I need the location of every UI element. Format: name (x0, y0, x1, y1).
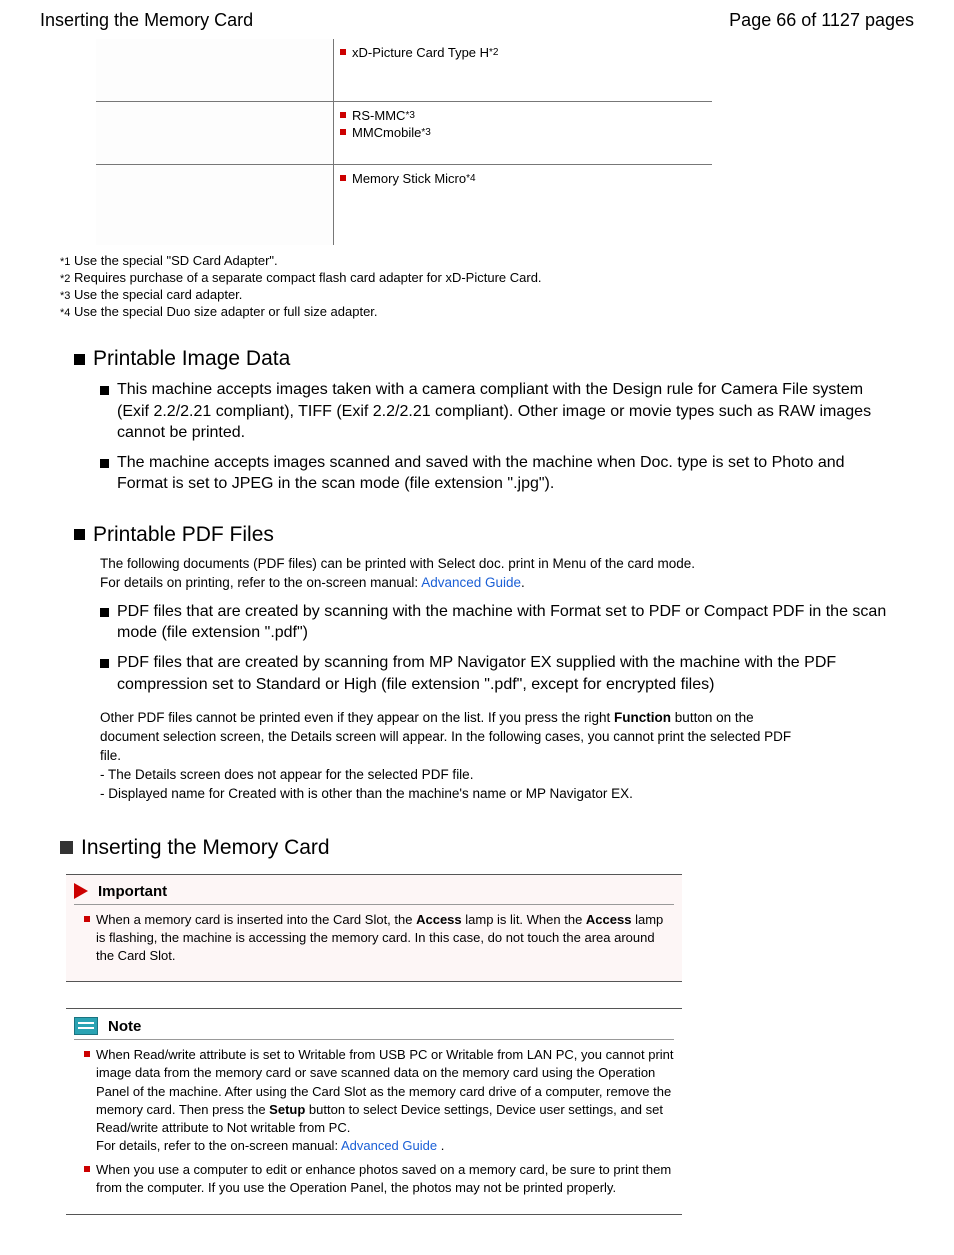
bullet-icon (84, 916, 90, 922)
section-bullet-icon (74, 354, 85, 365)
memory-card-table: xD-Picture Card Type H*2 RS-MMC*3 MMCmob… (96, 39, 712, 245)
note-book-icon (74, 1017, 98, 1035)
table-card-label: RS-MMC (352, 108, 405, 123)
page-indicator: Page 66 of 1127 pages (729, 10, 914, 31)
footnote-text: Use the special Duo size adapter or full… (74, 304, 378, 319)
important-heading: Important (98, 883, 167, 900)
footnote-text: Use the special "SD Card Adapter". (74, 253, 278, 268)
note-box: Note When Read/write attribute is set to… (66, 1008, 682, 1215)
list-item: PDF files that are created by scanning w… (117, 601, 894, 644)
note-heading: Note (108, 1018, 141, 1035)
bullet-icon (100, 459, 109, 468)
bullet-icon (100, 608, 109, 617)
footnote-num: *4 (60, 307, 70, 319)
section-bullet-icon (74, 529, 85, 540)
bullet-icon (100, 386, 109, 395)
pdf-intro-2-pre: For details on printing, refer to the on… (100, 575, 421, 590)
list-item: The machine accepts images scanned and s… (117, 452, 894, 495)
bullet-icon (84, 1166, 90, 1172)
section-heading-printable-pdf: Printable PDF Files (93, 523, 274, 547)
pdf-intro-1: The following documents (PDF files) can … (100, 556, 695, 571)
section-square-icon (60, 841, 73, 854)
important-triangle-icon (74, 883, 88, 899)
table-card-sup: *3 (405, 110, 414, 121)
note-item-1: When Read/write attribute is set to Writ… (96, 1046, 674, 1155)
pdf-case-1: - The Details screen does not appear for… (100, 767, 473, 782)
footnote-num: *2 (60, 273, 70, 285)
list-item: PDF files that are created by scanning f… (117, 652, 894, 695)
table-card-sup: *3 (421, 127, 430, 138)
list-item: This machine accepts images taken with a… (117, 379, 894, 444)
pdf-other-pre: Other PDF files cannot be printed even i… (100, 710, 614, 725)
advanced-guide-link[interactable]: Advanced Guide (421, 575, 521, 590)
section-heading-printable-image: Printable Image Data (93, 347, 290, 371)
bullet-icon (340, 175, 346, 181)
advanced-guide-link[interactable]: Advanced Guide (341, 1138, 437, 1153)
footnote-text: Use the special card adapter. (74, 287, 242, 302)
note-item-2: When you use a computer to edit or enhan… (96, 1161, 674, 1197)
page-title: Inserting the Memory Card (40, 10, 253, 31)
function-label: Function (614, 710, 671, 725)
table-card-label: xD-Picture Card Type H (352, 45, 489, 60)
section-heading-inserting: Inserting the Memory Card (81, 836, 330, 860)
bullet-icon (340, 112, 346, 118)
important-box: Important When a memory card is inserted… (66, 874, 682, 983)
pdf-case-2: - Displayed name for Created with is oth… (100, 786, 633, 801)
important-text: When a memory card is inserted into the … (96, 911, 674, 966)
bullet-icon (340, 129, 346, 135)
table-card-sup: *2 (489, 47, 498, 58)
bullet-icon (84, 1051, 90, 1057)
footnote-num: *3 (60, 290, 70, 302)
table-card-label: Memory Stick Micro (352, 171, 466, 186)
pdf-intro-2-post: . (521, 575, 525, 590)
footnote-num: *1 (60, 256, 70, 268)
bullet-icon (100, 659, 109, 668)
table-card-sup: *4 (466, 173, 475, 184)
table-card-label: MMCmobile (352, 125, 421, 140)
bullet-icon (340, 49, 346, 55)
footnote-text: Requires purchase of a separate compact … (74, 270, 542, 285)
